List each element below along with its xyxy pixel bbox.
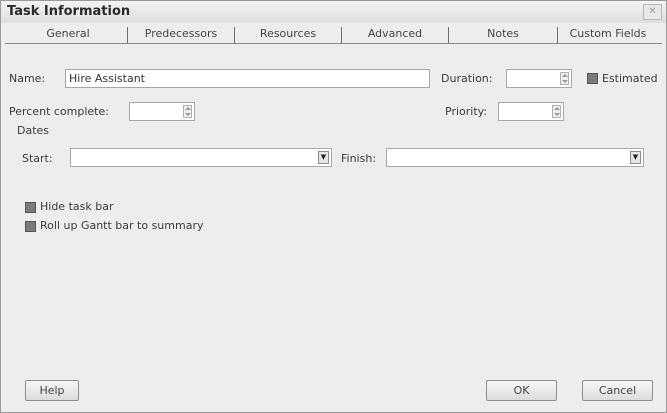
hide-task-bar-label: Hide task bar bbox=[40, 200, 114, 213]
tab-custom-fields[interactable]: Custom Fields bbox=[558, 27, 658, 43]
rollup-gantt-checkbox[interactable] bbox=[25, 221, 36, 232]
start-dropdown-icon[interactable]: ▼ bbox=[318, 151, 329, 164]
finish-dropdown-icon[interactable]: ▼ bbox=[630, 151, 641, 164]
rollup-gantt-label: Roll up Gantt bar to summary bbox=[40, 219, 204, 232]
start-label: Start: bbox=[22, 152, 53, 165]
estimated-label: Estimated bbox=[602, 72, 658, 85]
cancel-button[interactable]: Cancel bbox=[582, 380, 653, 401]
finish-date-select[interactable]: ▼ bbox=[386, 148, 644, 167]
tab-notes[interactable]: Notes bbox=[449, 27, 558, 43]
close-icon: ✕ bbox=[648, 6, 657, 17]
name-label: Name: bbox=[9, 72, 46, 85]
dialog-title: Task Information bbox=[7, 4, 131, 19]
name-input[interactable]: Hire Assistant bbox=[65, 69, 430, 88]
duration-label: Duration: bbox=[441, 72, 493, 85]
priority-label: Priority: bbox=[445, 105, 488, 118]
ok-button[interactable]: OK bbox=[486, 380, 557, 401]
start-date-select[interactable]: ▼ bbox=[70, 148, 332, 167]
dates-group-label: Dates bbox=[17, 124, 50, 137]
percent-complete-label: Percent complete: bbox=[9, 105, 109, 118]
title-bar: Task Information ✕ bbox=[1, 1, 666, 23]
help-button[interactable]: Help bbox=[25, 380, 79, 401]
tab-predecessors[interactable]: Predecessors bbox=[128, 27, 235, 43]
percent-complete-input[interactable] bbox=[129, 102, 195, 121]
tab-resources[interactable]: Resources bbox=[235, 27, 342, 43]
task-information-dialog: Task Information ✕ General Predecessors … bbox=[0, 0, 667, 413]
name-value: Hire Assistant bbox=[69, 72, 145, 85]
percent-complete-spinner[interactable] bbox=[183, 105, 192, 118]
close-button[interactable]: ✕ bbox=[643, 4, 662, 20]
priority-input[interactable] bbox=[498, 102, 564, 121]
priority-spinner[interactable] bbox=[552, 105, 561, 118]
hide-task-bar-checkbox[interactable] bbox=[25, 202, 36, 213]
finish-label: Finish: bbox=[341, 152, 377, 165]
duration-spinner[interactable] bbox=[560, 72, 569, 85]
tab-strip: General Predecessors Resources Advanced … bbox=[5, 23, 662, 44]
duration-input[interactable] bbox=[506, 69, 572, 88]
estimated-checkbox[interactable] bbox=[587, 73, 598, 84]
tab-general[interactable]: General bbox=[9, 27, 128, 43]
tab-advanced[interactable]: Advanced bbox=[342, 27, 449, 43]
